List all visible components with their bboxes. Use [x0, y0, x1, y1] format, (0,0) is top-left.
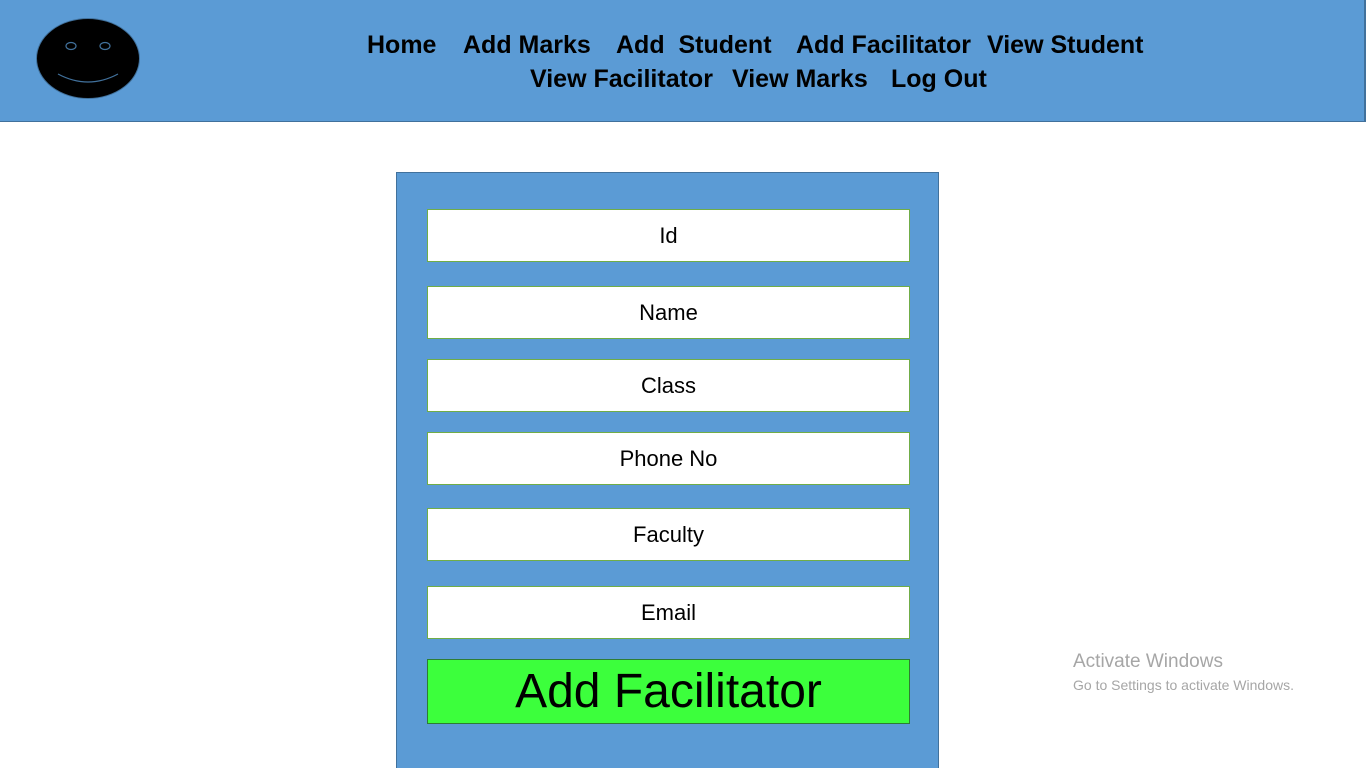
- nav-row-2: View Facilitator View Marks Log Out: [0, 62, 1366, 96]
- main-nav: Home Add Marks Add Student Add Facilitat…: [0, 28, 1366, 96]
- nav-view-facilitator[interactable]: View Facilitator: [530, 62, 713, 96]
- faculty-field[interactable]: Faculty: [427, 508, 910, 561]
- nav-add-student[interactable]: Add Student: [616, 28, 772, 62]
- header-bar: Home Add Marks Add Student Add Facilitat…: [0, 0, 1366, 122]
- phone-field[interactable]: Phone No: [427, 432, 910, 485]
- nav-log-out[interactable]: Log Out: [891, 62, 987, 96]
- id-field[interactable]: Id: [427, 209, 910, 262]
- page: Home Add Marks Add Student Add Facilitat…: [0, 0, 1366, 768]
- watermark-subtitle: Go to Settings to activate Windows.: [1073, 677, 1294, 693]
- nav-add-facilitator[interactable]: Add Facilitator: [796, 28, 971, 62]
- watermark-title: Activate Windows: [1073, 651, 1223, 672]
- email-field[interactable]: Email: [427, 586, 910, 639]
- add-facilitator-button[interactable]: Add Facilitator: [427, 659, 910, 724]
- class-field[interactable]: Class: [427, 359, 910, 412]
- name-field[interactable]: Name: [427, 286, 910, 339]
- activate-windows-watermark: Activate Windows Go to Settings to activ…: [1073, 650, 1294, 696]
- add-facilitator-form: Id Name Class Phone No Faculty Email Add…: [396, 172, 939, 768]
- nav-view-marks[interactable]: View Marks: [732, 62, 868, 96]
- nav-home[interactable]: Home: [367, 28, 436, 62]
- nav-view-student[interactable]: View Student: [987, 28, 1144, 62]
- nav-add-marks[interactable]: Add Marks: [463, 28, 591, 62]
- nav-row-1: Home Add Marks Add Student Add Facilitat…: [0, 28, 1366, 62]
